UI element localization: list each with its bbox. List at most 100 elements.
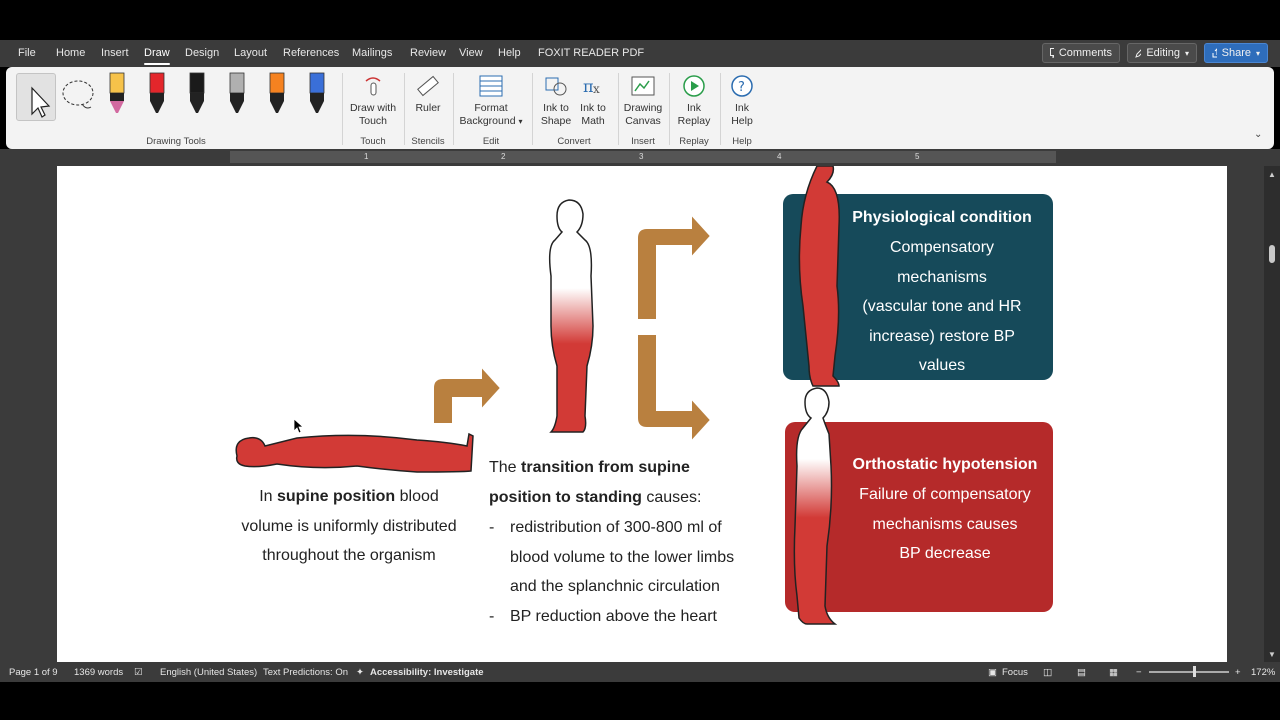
mouse-cursor-icon [293,418,305,434]
bullet1-line1: redistribution of 300-800 ml of [510,519,722,536]
text-predictions-indicator[interactable]: Text Predictions: On [263,667,348,678]
tab-file[interactable]: File [18,47,36,59]
tab-insert[interactable]: Insert [101,47,129,59]
tab-view[interactable]: View [459,47,483,59]
ruler-number: 4 [777,152,782,161]
focus-icon: ▣ [988,667,997,678]
pen-button[interactable] [142,71,172,123]
bullet-marker: - [489,519,495,536]
vertical-scrollbar[interactable] [1264,166,1280,662]
svg-text:x: x [593,82,600,96]
ruler-button[interactable]: Ruler [410,73,446,115]
pencil-icon [1135,48,1142,58]
tab-help[interactable]: Help [498,47,521,59]
ruler-number: 3 [639,152,644,161]
tab-review[interactable]: Review [410,47,446,59]
zoom-slider[interactable] [1149,671,1229,673]
pen-button[interactable] [222,71,252,123]
tab-references[interactable]: References [283,47,339,59]
read-mode-icon[interactable]: ◫ [1043,667,1052,678]
chevron-down-icon: ▾ [1184,48,1189,58]
draw-with-touch-line1: Draw with [349,102,397,114]
pen-button[interactable] [102,71,132,123]
pen-button[interactable] [302,71,332,123]
transition-text-c: causes: [641,488,702,506]
bullet1-line3: and the splanchnic circulation [510,578,720,596]
group-label-convert: Convert [557,136,591,147]
touch-draw-icon [365,77,381,96]
draw-with-touch-button[interactable]: Draw with Touch [348,73,398,128]
tab-layout[interactable]: Layout [234,47,267,59]
accessibility-indicator[interactable]: Accessibility: Investigate [370,667,484,678]
format-background-button[interactable]: Format Background ▾ [458,73,524,128]
supine-text-line2: volume is uniformly distributed [241,517,457,535]
tab-draw[interactable]: Draw [144,47,170,65]
ortho-line: Failure of compensatory [859,486,1031,503]
supine-text-bold: supine position [276,488,396,505]
pen-button[interactable] [182,71,212,123]
ink-help-button[interactable]: ? Ink Help [726,73,758,128]
editing-button[interactable]: Editing ▾ [1127,43,1197,63]
scrollbar-thumb[interactable] [1269,245,1275,263]
bullet1-line2: blood volume to the lower limbs [510,548,735,566]
scroll-down-icon[interactable]: ▼ [1268,650,1276,659]
tab-foxit[interactable]: FOXIT READER PDF [538,47,644,59]
arrow-to-standing [432,363,503,425]
web-layout-icon[interactable]: ▦ [1109,667,1118,678]
zoom-in-icon[interactable]: + [1235,667,1241,678]
share-button[interactable]: Share ▾ [1204,43,1268,63]
pen-button[interactable] [262,71,292,123]
print-layout-icon[interactable]: ▤ [1077,667,1086,678]
orthostatic-card-title: Orthostatic hypotension [852,456,1038,473]
group-label-replay: Replay [679,136,709,147]
word-count[interactable]: 1369 words [74,667,123,678]
ruler-number: 1 [364,152,369,161]
pointer-icon [31,86,51,118]
physio-line: increase) restore BP [869,327,1015,345]
bullet-marker: - [489,608,495,625]
page-count[interactable]: Page 1 of 9 [9,667,58,678]
ruler-label: Ruler [415,102,441,114]
language-indicator[interactable]: English (United States) [160,667,257,678]
supine-description: In supine position blood volume is unifo… [229,482,469,571]
format-background-line2: Background [459,115,516,127]
transition-text-bold2: position to standing [489,488,642,506]
drawing-canvas-line2: Canvas [625,115,661,127]
blue-galaxy-pen-icon [309,72,325,113]
svg-text:π: π [583,77,594,96]
draw-with-touch-line2: Touch [358,115,388,127]
title-bar-blank [0,0,1280,40]
black-pen-icon [189,72,205,113]
ruler-number: 2 [501,152,506,161]
tab-home[interactable]: Home [56,47,85,59]
arrow-to-physiological [636,211,713,321]
ink-to-math-line1: Ink to [580,102,606,114]
physio-line: values [918,357,966,375]
drawing-canvas-button[interactable]: Drawing Canvas [623,73,663,128]
zoom-level[interactable]: 172% [1251,667,1275,678]
collapse-ribbon-icon[interactable]: ⌄ [1254,129,1262,140]
physio-line: (vascular tone and HR [862,298,1022,316]
document-page[interactable]: In supine position blood volume is unifo… [57,166,1227,662]
zoom-out-icon[interactable]: − [1136,667,1142,678]
ink-to-shape-button[interactable]: Ink to Shape [538,73,574,128]
lasso-select-button[interactable] [58,73,98,121]
physiological-card-title: Physiological condition [852,209,1032,226]
proofing-icon[interactable]: ☑ [134,667,143,678]
tab-design[interactable]: Design [185,47,219,59]
select-tool-button[interactable] [16,73,56,121]
scroll-up-icon[interactable]: ▲ [1268,170,1276,179]
ink-replay-button[interactable]: Ink Replay [674,73,714,128]
focus-mode-button[interactable]: Focus [1002,667,1028,678]
bullet-redistribution: redistribution of 300-800 ml of blood vo… [510,513,790,602]
tab-mailings[interactable]: Mailings [352,47,392,59]
comments-button[interactable]: Comments [1042,43,1120,63]
zoom-slider-thumb[interactable] [1193,666,1196,677]
red-pen-icon [149,72,165,113]
chevron-down-icon: ▾ [1255,48,1260,58]
ink-to-math-button[interactable]: πx Ink to Math [575,73,611,128]
supine-text-a: In [259,488,277,505]
ink-to-shape-line2: Shape [540,115,572,127]
physiological-card-body: Compensatory mechanisms (vascular tone a… [837,233,1047,381]
ink-help-line2: Help [731,115,753,127]
